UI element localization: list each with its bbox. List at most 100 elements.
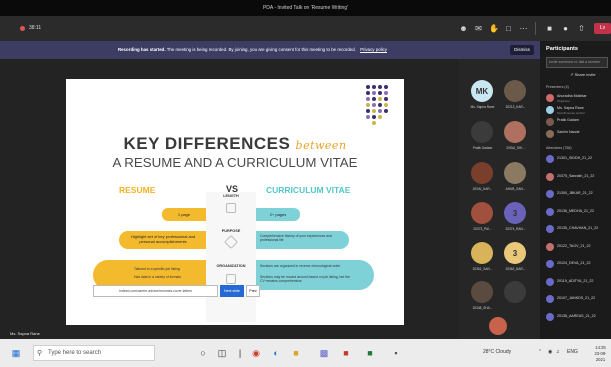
teams-meeting-window: PDA - Invited Talk on 'Resume Writing' 3… <box>0 0 611 367</box>
participant-name: Sachin Naode <box>557 130 580 134</box>
share-screen-icon[interactable]: ⇧ <box>577 24 586 33</box>
search-icon: ⚲ <box>37 350 43 357</box>
attendee-row[interactable]: 20122_TAGV_21_22 <box>546 242 611 253</box>
privacy-policy-link[interactable]: Privacy policy <box>360 47 387 52</box>
share-invite-label: Share invite <box>574 72 596 77</box>
share-invite-button[interactable]: ↗ Share invite <box>570 72 596 77</box>
teams-icon[interactable]: ▩ <box>318 347 330 359</box>
camera-icon[interactable]: ■ <box>545 24 554 33</box>
dismiss-button[interactable]: Dismiss <box>510 45 534 55</box>
presenters-section-header[interactable]: Presenters (4) <box>546 85 569 89</box>
volume-icon[interactable]: ♫ <box>556 349 560 355</box>
attendee-row[interactable]: 20107_JANKDS_21_22 <box>546 294 611 305</box>
participant-name: 20107_JANKDS_21_22 <box>557 296 596 300</box>
attendee-row[interactable]: 20138_AAREAS_21_22 <box>546 312 611 323</box>
participant-name: 21300_JBKAR_21_22 <box>557 191 593 195</box>
participant-video-name: Ms. Sapna Rane <box>470 105 495 109</box>
attendees-section-header[interactable]: Attendees (758) <box>546 146 572 150</box>
resume-purpose-text: Highlight set of key professional and pe… <box>130 234 196 244</box>
attendee-row[interactable]: 20124_DEVA_21_22 <box>546 259 611 270</box>
cv-length-text: 2+ pages <box>269 212 287 217</box>
participant-video-tile[interactable] <box>504 162 526 184</box>
participant-video-tile[interactable] <box>504 80 526 102</box>
participant-name: 21301_SIDDH_21_22 <box>557 156 593 160</box>
windows-taskbar: ▦ Type here to search ⚲ ○ ◫ | ◉ ◐ ■ ▩ ■ … <box>0 339 611 367</box>
length-label: LENGTH <box>223 194 239 198</box>
slide-title-between: between <box>295 139 347 152</box>
presenter-row[interactable]: Anuradha Mokhtar Organizer <box>546 93 611 104</box>
cv-org-item-1: Sections are organized in reverse chrono… <box>260 264 341 268</box>
slide-title: KEY DIFFERENCES between <box>66 134 404 154</box>
input-language[interactable]: ENG <box>567 349 578 355</box>
taskbar-clock[interactable]: 14:25 23-09-2021 <box>590 345 611 363</box>
slide-title-main: KEY DIFFERENCES <box>123 134 291 153</box>
window-title: PDA - Invited Talk on 'Resume Writing' <box>0 0 611 16</box>
self-video-tile[interactable] <box>489 317 507 335</box>
people-icon[interactable]: ☻ <box>459 24 468 33</box>
participants-panel: Participants Invite someone or dial a nu… <box>540 41 611 339</box>
cortana-icon[interactable]: ○ <box>197 347 209 359</box>
avatar <box>546 118 554 126</box>
participant-video-tile[interactable] <box>504 281 526 303</box>
attendee-row[interactable]: 20119_ADITYA_21_22 <box>546 277 611 288</box>
participant-video-tile[interactable] <box>471 281 493 303</box>
participant-video-tile[interactable] <box>504 121 526 143</box>
task-view-icon[interactable]: ◫ <box>216 347 228 359</box>
avatar <box>546 155 554 163</box>
attendee-row[interactable]: 21301_SIDDH_21_22 <box>546 154 611 165</box>
participant-name: 20138_AAREAS_21_22 <box>557 313 596 318</box>
next-slide-button[interactable]: Next slide <box>220 285 244 297</box>
participant-role: Pencil/mouse control <box>557 111 585 115</box>
leave-button[interactable]: Lv <box>594 23 611 34</box>
presenter-row[interactable]: Sachin Naode <box>546 129 611 140</box>
clock-date: 23-09-2021 <box>594 351 607 362</box>
windows-start-icon[interactable]: ▦ <box>10 347 22 359</box>
file-explorer-icon[interactable]: ■ <box>290 347 302 359</box>
app-icon[interactable]: ▪ <box>390 347 402 359</box>
participant-name: 20135_CHAVHAN_21_22 <box>557 226 599 230</box>
avatar <box>546 207 554 216</box>
presenter-name: Ms. Sapna Rane <box>10 331 40 336</box>
divider-icon: | <box>238 348 242 358</box>
participant-name: Ms. Sapna Rane <box>557 106 584 110</box>
participant-video-tile[interactable] <box>471 202 493 224</box>
presenter-row[interactable]: Pratik Gadam <box>546 117 611 128</box>
invite-input[interactable]: Invite someone or dial a number <box>546 57 608 68</box>
participant-video-tile[interactable]: 3 <box>504 202 526 224</box>
participant-video-name: 20SAI_SHI... <box>506 146 525 150</box>
attendee-row[interactable]: 21300_JBKAR_21_22 <box>546 189 611 200</box>
more-actions-icon[interactable]: ⋯ <box>519 24 528 33</box>
resume-length-text: 1 page <box>177 212 191 217</box>
rooms-icon[interactable]: □ <box>504 24 513 33</box>
excel-icon[interactable]: ■ <box>364 347 376 359</box>
participant-video-tile[interactable]: 3 <box>504 242 526 264</box>
edge-icon[interactable]: ◐ <box>270 347 282 359</box>
attendee-row[interactable]: 20375_Sannath_21_22 <box>546 172 611 183</box>
participant-video-tile[interactable] <box>471 162 493 184</box>
presenter-row[interactable]: Ms. Sapna Rane Pencil/mouse control <box>546 105 611 116</box>
network-icon[interactable]: ◉ <box>548 349 552 355</box>
tray-chevron-icon[interactable]: ⌃ <box>538 349 542 355</box>
avatar <box>546 295 554 303</box>
slide-caption-field[interactable]: Indeed.com/career-advice/resumes-cover-l… <box>93 285 218 297</box>
weather-widget[interactable]: 28°C Cloudy <box>483 349 511 355</box>
prev-slide-button[interactable]: Prev <box>246 285 260 297</box>
attendee-row[interactable]: 20135_CHAVHAN_21_22 <box>546 224 611 235</box>
avatar <box>546 130 554 138</box>
cv-header: CURRICULUM VITAE <box>266 185 351 195</box>
attendee-row[interactable]: 20136_MEDHA_21_22 <box>546 207 611 218</box>
taskbar-search[interactable]: Type here to search <box>33 345 155 361</box>
decorative-dots <box>366 85 392 129</box>
participant-video-tile[interactable]: MK <box>471 80 493 102</box>
participant-video-tile[interactable] <box>471 242 493 264</box>
recording-banner: Recording has started. The meeting is be… <box>0 41 540 59</box>
participant-video-name: Pratik Gadam <box>472 146 493 150</box>
avatar <box>546 106 554 114</box>
chat-icon[interactable]: ✉ <box>474 24 483 33</box>
raise-hand-icon[interactable]: ✋ <box>489 24 499 33</box>
participant-video-name: AHUB_SAN... <box>505 187 526 191</box>
powerpoint-icon[interactable]: ■ <box>340 347 352 359</box>
microphone-icon[interactable]: ● <box>561 24 570 33</box>
chrome-icon[interactable]: ◉ <box>250 347 262 359</box>
participant-video-tile[interactable] <box>471 121 493 143</box>
